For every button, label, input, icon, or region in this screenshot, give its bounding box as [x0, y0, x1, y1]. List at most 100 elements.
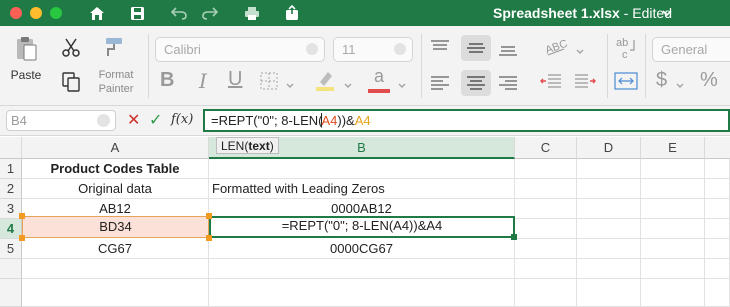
row-header-7[interactable] [0, 279, 22, 307]
print-icon[interactable] [243, 4, 261, 22]
column-header-f[interactable] [705, 137, 730, 159]
select-all-corner[interactable] [0, 137, 22, 159]
reference-handle[interactable] [206, 213, 212, 219]
insert-function-button[interactable]: f(x) [171, 112, 193, 127]
decrease-indent-icon[interactable] [540, 74, 562, 93]
merge-cells-icon[interactable] [614, 72, 638, 93]
cut-icon[interactable] [62, 38, 80, 61]
wrap-text-icon[interactable]: ab c [614, 36, 638, 63]
align-left-icon[interactable] [430, 76, 450, 93]
paste-button[interactable]: Paste [6, 68, 46, 82]
borders-icon[interactable] [260, 72, 278, 93]
font-color-icon[interactable]: a [368, 66, 390, 87]
cell-d4[interactable] [577, 219, 641, 239]
reference-handle[interactable] [19, 235, 25, 241]
row-header-6[interactable] [0, 259, 22, 279]
column-header-a[interactable]: A [22, 137, 209, 159]
cell-d1[interactable] [577, 159, 641, 179]
close-window-button[interactable] [10, 7, 22, 19]
font-size-select[interactable]: 11 [333, 37, 413, 62]
cell-c1[interactable] [515, 159, 577, 179]
cell-e7[interactable] [641, 279, 705, 307]
underline-icon[interactable]: U [228, 68, 242, 91]
cell-e2[interactable] [641, 179, 705, 199]
cell-d7[interactable] [577, 279, 641, 307]
cell-c5[interactable] [515, 239, 577, 259]
cancel-icon[interactable]: ✕ [127, 110, 140, 130]
share-icon[interactable] [283, 4, 301, 22]
chevron-down-icon[interactable] [662, 6, 672, 20]
cell-f1[interactable] [705, 159, 730, 179]
cell-a5[interactable]: CG67 [22, 239, 209, 259]
name-box[interactable]: B4 [6, 110, 116, 131]
cell-f7[interactable] [705, 279, 730, 307]
format-painter-icon[interactable] [104, 36, 128, 61]
cell-e1[interactable] [641, 159, 705, 179]
bold-icon[interactable]: B [160, 69, 174, 92]
font-name-select[interactable]: Calibri [155, 37, 325, 62]
align-middle-icon[interactable] [466, 41, 486, 58]
cell-b2[interactable]: Formatted with Leading Zeros [209, 179, 515, 199]
cell-f5[interactable] [705, 239, 730, 259]
column-header-c[interactable]: C [515, 137, 577, 159]
cell-f2[interactable] [705, 179, 730, 199]
cell-d3[interactable] [577, 199, 641, 219]
zoom-window-button[interactable] [50, 7, 62, 19]
cell-e6[interactable] [641, 259, 705, 279]
orientation-icon[interactable]: ABC [544, 37, 569, 60]
increase-indent-icon[interactable] [574, 74, 596, 93]
enter-icon[interactable]: ✓ [149, 110, 162, 130]
reference-handle[interactable] [206, 235, 212, 241]
column-header-d[interactable]: D [577, 137, 641, 159]
copy-icon[interactable] [62, 72, 80, 95]
cell-d2[interactable] [577, 179, 641, 199]
cell-e3[interactable] [641, 199, 705, 219]
align-top-icon[interactable] [430, 40, 450, 57]
cell-c3[interactable] [515, 199, 577, 219]
cell-c2[interactable] [515, 179, 577, 199]
cell-a7[interactable] [22, 279, 209, 307]
column-header-e[interactable]: E [641, 137, 705, 159]
cell-a6[interactable] [22, 259, 209, 279]
cell-a1[interactable]: Product Codes Table [22, 159, 209, 179]
cell-d6[interactable] [577, 259, 641, 279]
number-format-select[interactable]: General [652, 37, 730, 62]
cell-c4[interactable] [515, 219, 577, 239]
cell-e5[interactable] [641, 239, 705, 259]
chevron-down-icon[interactable] [398, 78, 406, 92]
cell-f4[interactable] [705, 219, 730, 239]
chevron-down-icon[interactable] [576, 44, 584, 58]
reference-handle[interactable] [19, 213, 25, 219]
cell-a2[interactable]: Original data [22, 179, 209, 199]
chevron-down-icon[interactable] [286, 78, 294, 88]
format-painter-button[interactable]: Format Painter [90, 68, 142, 96]
cell-b1[interactable] [209, 159, 515, 179]
cell-d5[interactable] [577, 239, 641, 259]
cell-f6[interactable] [705, 259, 730, 279]
paste-icon[interactable] [15, 36, 37, 65]
document-title[interactable]: Spreadsheet 1.xlsx - Edited [493, 5, 672, 21]
cell-b5[interactable]: 0000CG67 [209, 239, 515, 259]
redo-icon[interactable] [201, 4, 219, 22]
align-bottom-icon[interactable] [498, 42, 518, 59]
save-icon[interactable] [128, 4, 146, 22]
minimize-window-button[interactable] [30, 7, 42, 19]
formula-input[interactable]: =REPT("0"; 8-LEN(A4))&A4 [203, 109, 730, 132]
cell-f3[interactable] [705, 199, 730, 219]
cell-c7[interactable] [515, 279, 577, 307]
undo-icon[interactable] [170, 4, 188, 22]
italic-icon[interactable]: I [199, 69, 207, 93]
cell-b7[interactable] [209, 279, 515, 307]
cell-b4-editor[interactable]: =REPT("0"; 8-LEN(A4))&A4 [209, 216, 515, 238]
chevron-down-icon[interactable] [344, 78, 352, 92]
cell-e4[interactable] [641, 219, 705, 239]
align-right-icon[interactable] [498, 76, 518, 93]
cell-a4[interactable]: BD34 [22, 216, 209, 238]
fill-handle[interactable] [511, 234, 517, 240]
row-header-2[interactable]: 2 [0, 179, 22, 199]
currency-icon[interactable]: $ [656, 69, 667, 92]
cell-c6[interactable] [515, 259, 577, 279]
highlight-icon[interactable] [314, 68, 336, 95]
percent-icon[interactable]: % [700, 69, 718, 92]
home-icon[interactable] [88, 4, 106, 22]
